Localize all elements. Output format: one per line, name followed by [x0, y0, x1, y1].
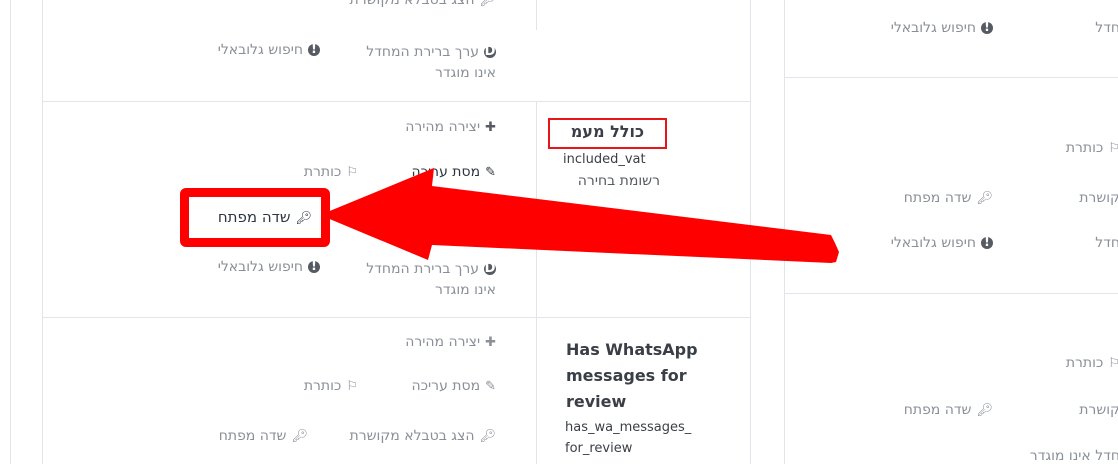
option-label: כותרת — [1065, 140, 1104, 156]
option-label: שדה מפתח — [217, 208, 291, 226]
divider — [10, 0, 11, 464]
option-label: חיפוש גלובאלי — [890, 20, 976, 36]
global-search-option[interactable]: ! חיפוש גלובאלי — [218, 42, 320, 58]
default-value-option[interactable]: D ערך ברירת המחדל אינו מוגדר — [366, 42, 496, 84]
field-key: for_review — [565, 441, 633, 456]
quick-create-option[interactable]: ✚ יצירה מהירה — [405, 334, 496, 350]
option-label: הצג בטבלא מקושרת — [349, 0, 475, 8]
plus-icon: ✚ — [485, 120, 496, 135]
cut-label: חדל — [1095, 235, 1118, 251]
option-label: שדה מפתח — [903, 190, 972, 206]
heading-option[interactable]: ⚐ כותרת — [304, 164, 358, 180]
show-linked-table-option[interactable]: 🔑︎ הצג בטבלא מקושרת — [350, 0, 497, 8]
key-icon: 🔑︎ — [291, 429, 308, 444]
cut-label: קושרת — [1079, 402, 1118, 418]
global-search-option[interactable]: ! חיפוש גלובאלי — [891, 235, 993, 251]
flag-icon: ⚐ — [1108, 141, 1118, 156]
default-value-option[interactable]: D ערך ברירת המחדל אינו מוגדר — [366, 259, 496, 301]
divider — [536, 101, 537, 464]
option-label: יצירה מהירה — [405, 334, 481, 350]
option-label: כותרת — [303, 164, 342, 180]
key-icon: 🔑︎ — [976, 403, 993, 418]
field-key: has_wa_messages_ — [565, 420, 692, 435]
heading-option[interactable]: ⚐ כותרת — [1066, 140, 1118, 156]
key-field-option[interactable]: 🔑︎ שדה מפתח — [218, 208, 312, 226]
field-title[interactable]: כולל מעמ — [571, 122, 644, 141]
cut-label: חדל אינו מוגדר — [1029, 448, 1118, 464]
field-key: included_vat — [563, 152, 646, 167]
edit-icon: ✎ — [485, 379, 496, 394]
divider — [784, 0, 785, 464]
option-label: שדה מפתח — [218, 428, 287, 444]
flag-icon: ⚐ — [1108, 356, 1118, 371]
edit-mask-option[interactable]: ✎ מסת עריכה — [412, 378, 497, 394]
divider — [784, 293, 1118, 294]
key-field-option[interactable]: 🔑︎ שדה מפתח — [904, 402, 993, 418]
field-type: רשומת בחירה — [577, 173, 660, 189]
divider — [42, 317, 750, 318]
option-value: אינו מוגדר — [435, 282, 496, 298]
option-label: מסת עריכה — [411, 164, 481, 180]
show-linked-table-option[interactable]: 🔑︎ הצג בטבלא מקושרת — [350, 428, 497, 444]
option-label: כותרת — [1065, 355, 1104, 371]
option-label: ערך ברירת המחדל — [366, 261, 479, 277]
info-icon: ! — [308, 260, 320, 273]
default-icon: D — [484, 44, 496, 59]
info-icon: ! — [981, 236, 993, 249]
info-icon: ! — [308, 43, 320, 56]
global-search-option[interactable]: ! חיפוש גלובאלי — [218, 259, 320, 275]
flag-icon: ⚐ — [346, 379, 358, 394]
key-icon: 🔑︎ — [295, 211, 312, 226]
option-label: יצירה מהירה — [405, 119, 481, 135]
divider — [750, 0, 751, 464]
option-label: כותרת — [303, 378, 342, 394]
option-label: הצג בטבלא מקושרת — [349, 428, 475, 444]
heading-option[interactable]: ⚐ כותרת — [1066, 355, 1118, 371]
edit-icon: ✎ — [485, 165, 496, 180]
option-label: שדה מפתח — [903, 402, 972, 418]
plus-icon: ✚ — [485, 335, 496, 350]
key-icon: 🔑︎ — [976, 191, 993, 206]
option-value: אינו מוגדר — [435, 65, 496, 81]
cut-label: חדל — [1095, 20, 1118, 36]
option-label: מסת עריכה — [411, 378, 481, 394]
key-field-option[interactable]: 🔑︎ שדה מפתח — [219, 428, 308, 444]
cut-label: קושרת — [1079, 190, 1118, 206]
annotation-arrow — [320, 168, 839, 263]
divider — [784, 77, 1118, 78]
divider — [42, 101, 750, 102]
option-label: חיפוש גלובאלי — [217, 42, 303, 58]
option-label: חיפוש גלובאלי — [217, 259, 303, 275]
flag-icon: ⚐ — [346, 165, 358, 180]
default-icon: D — [484, 261, 496, 276]
option-label: ערך ברירת המחדל — [366, 44, 479, 60]
edit-mask-option[interactable]: ✎ מסת עריכה — [412, 164, 497, 180]
info-icon: ! — [981, 21, 993, 34]
key-icon: 🔑︎ — [479, 429, 496, 444]
global-search-option[interactable]: ! חיפוש גלובאלי — [891, 20, 993, 36]
quick-create-option[interactable]: ✚ יצירה מהירה — [405, 119, 496, 135]
heading-option[interactable]: ⚐ כותרת — [304, 378, 358, 394]
divider — [42, 0, 43, 464]
option-label: חיפוש גלובאלי — [890, 235, 976, 251]
divider — [536, 0, 537, 30]
key-field-option[interactable]: 🔑︎ שדה מפתח — [904, 190, 993, 206]
key-icon: 🔑︎ — [479, 0, 496, 8]
field-title[interactable]: Has WhatsApp messages for review — [566, 337, 726, 415]
